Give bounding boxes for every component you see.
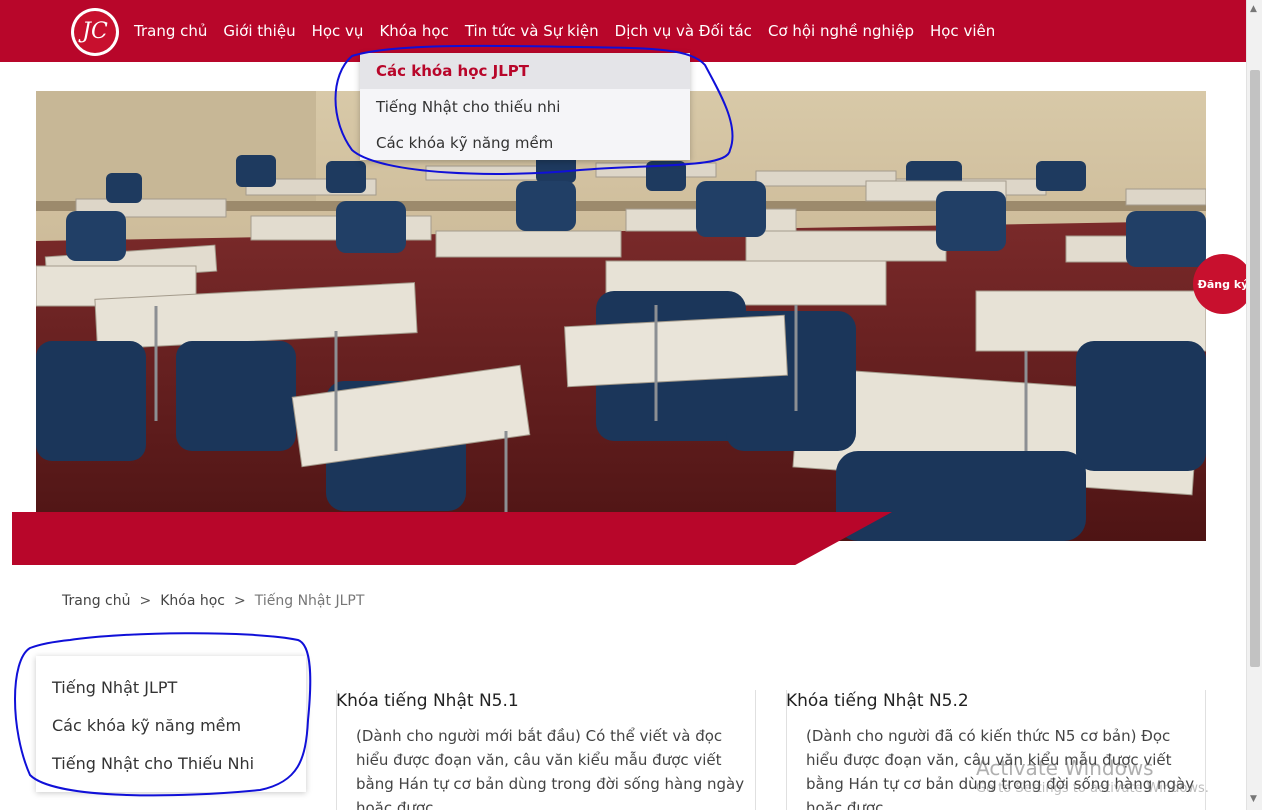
nav-item-hoc-vien[interactable]: Học viên xyxy=(922,22,1003,40)
dropdown-item-japanese-for-kids[interactable]: Tiếng Nhật cho thiếu nhi xyxy=(360,89,690,125)
nav-item-co-hoi-nghe-nghiep[interactable]: Cơ hội nghề nghiệp xyxy=(760,22,922,40)
breadcrumb-current-page: Tiếng Nhật JLPT xyxy=(254,593,365,609)
scroll-up-arrow-icon[interactable]: ▲ xyxy=(1250,4,1257,14)
dropdown-item-jlpt-courses[interactable]: Các khóa học JLPT xyxy=(360,53,690,89)
breadcrumb-separator: > xyxy=(139,593,152,609)
course-card-title[interactable]: Khóa tiếng Nhật N5.2 xyxy=(786,691,969,711)
page-scrollbar[interactable]: ▲ ▼ xyxy=(1246,0,1262,810)
breadcrumb-separator: > xyxy=(234,593,246,609)
scroll-down-arrow-icon[interactable]: ▼ xyxy=(1250,794,1257,804)
nav-item-dich-vu-doi-tac[interactable]: Dịch vụ và Đối tác xyxy=(607,22,760,40)
nav-item-trang-chu[interactable]: Trang chủ xyxy=(126,22,215,40)
logo-mark: JC xyxy=(74,11,116,53)
dropdown-item-soft-skills[interactable]: Các khóa kỹ năng mềm xyxy=(360,125,690,161)
activate-windows-hint: Go to Settings to activate Windows. xyxy=(976,781,1209,796)
breadcrumb-courses-link[interactable]: Khóa học xyxy=(160,593,225,609)
nav-item-hoc-vu[interactable]: Học vụ xyxy=(304,22,372,40)
courses-dropdown-menu: Các khóa học JLPT Tiếng Nhật cho thiếu n… xyxy=(360,53,690,160)
register-floating-button[interactable]: Đăng ký xyxy=(1193,254,1253,314)
sidebar-item-jlpt[interactable]: Tiếng Nhật JLPT xyxy=(36,669,306,707)
breadcrumb-home-link[interactable]: Trang chủ xyxy=(62,593,130,609)
scrollbar-thumb[interactable] xyxy=(1250,70,1260,667)
breadcrumb: Trang chủ > Khóa học > Tiếng Nhật JLPT xyxy=(62,593,364,609)
sidebar-item-soft-skills[interactable]: Các khóa kỹ năng mềm xyxy=(36,707,306,745)
course-card-title[interactable]: Khóa tiếng Nhật N5.1 xyxy=(336,691,519,711)
course-card-description: (Dành cho người mới bắt đầu) Có thể viết… xyxy=(356,727,745,810)
hero-red-band xyxy=(12,512,892,565)
nav-item-tin-tuc-su-kien[interactable]: Tin tức và Sự kiện xyxy=(457,22,607,40)
activate-windows-watermark: Activate Windows xyxy=(976,756,1154,780)
nav-item-khoa-hoc[interactable]: Khóa học xyxy=(371,22,456,40)
site-logo[interactable]: JC xyxy=(71,8,119,56)
course-category-sidebar: Tiếng Nhật JLPT Các khóa kỹ năng mềm Tiế… xyxy=(36,656,306,792)
sidebar-item-kids[interactable]: Tiếng Nhật cho Thiếu Nhi xyxy=(36,745,306,783)
nav-item-gioi-thieu[interactable]: Giới thiệu xyxy=(215,22,303,40)
